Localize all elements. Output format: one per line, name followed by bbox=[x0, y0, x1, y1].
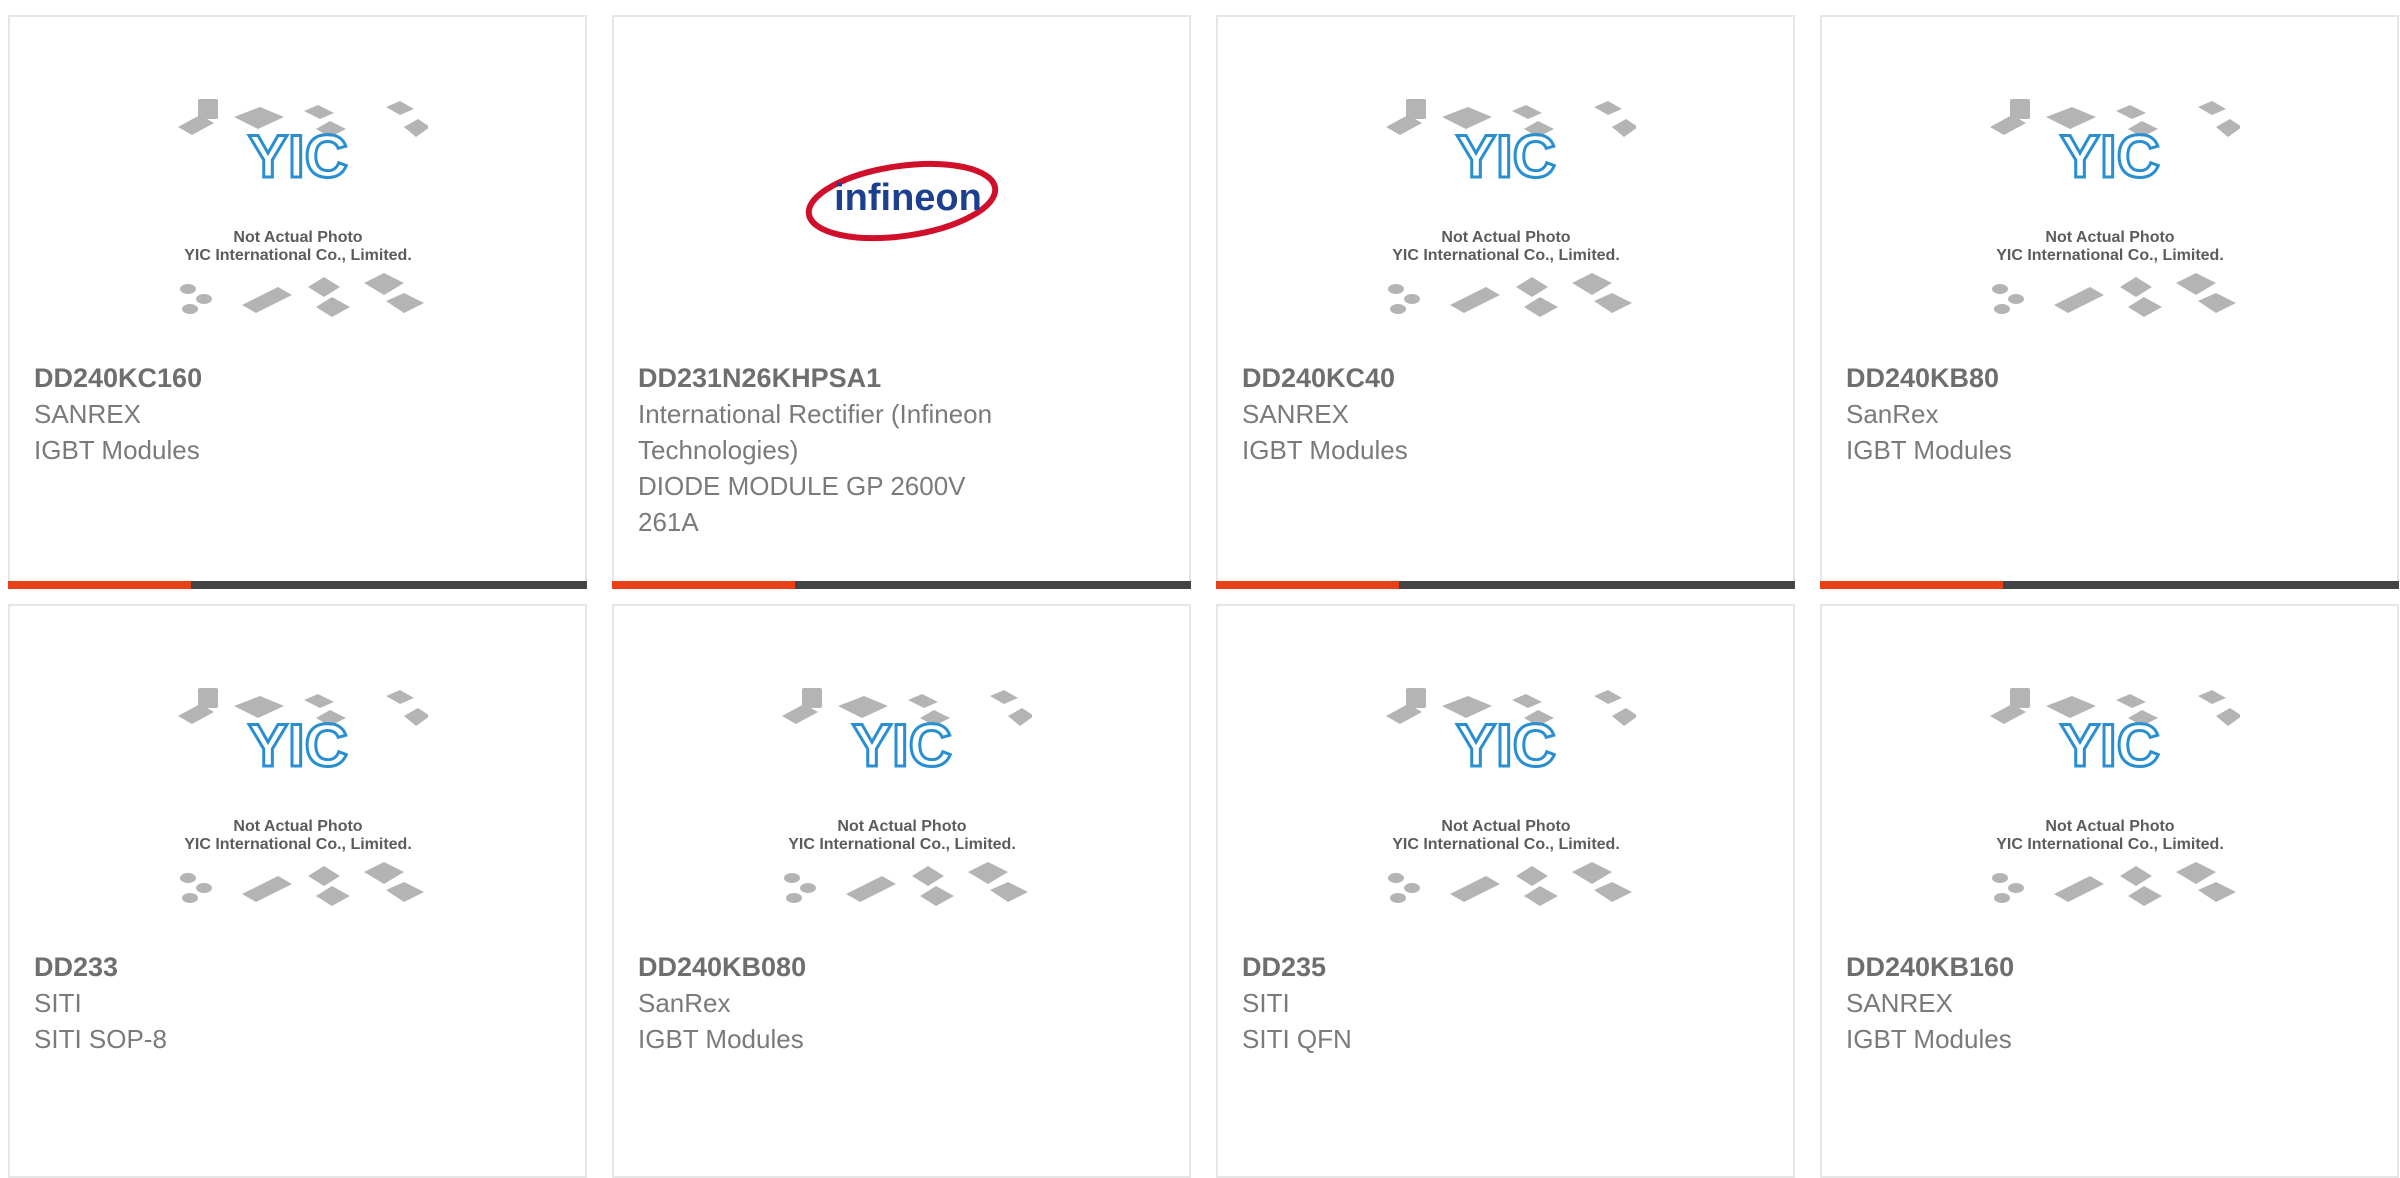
description: SITI QFN bbox=[1242, 1024, 1352, 1054]
product-image[interactable]: YIC Not Actual Photo YIC International C… bbox=[1218, 97, 1793, 367]
product-image[interactable]: YIC Not Actual Photo YIC International C… bbox=[614, 686, 1189, 956]
placeholder-caption-2: YIC International Co., Limited. bbox=[184, 836, 412, 853]
description: IGBT Modules bbox=[1242, 435, 1408, 465]
placeholder-caption-2: YIC International Co., Limited. bbox=[184, 247, 412, 264]
product-info: DD240KC40 SANREX IGBT Modules bbox=[1242, 360, 1769, 468]
card-bottom-bar bbox=[1820, 581, 2399, 589]
placeholder-caption-1: Not Actual Photo bbox=[1441, 818, 1570, 835]
product-info: DD235 SITI SITI QFN bbox=[1242, 949, 1769, 1057]
product-card[interactable]: YIC Not Actual Photo YIC International C… bbox=[1820, 15, 2399, 589]
infineon-logo: infineon bbox=[805, 160, 998, 242]
placeholder-caption-2: YIC International Co., Limited. bbox=[788, 836, 1016, 853]
placeholder-image: YIC Not Actual Photo YIC International C… bbox=[177, 99, 428, 317]
product-image[interactable]: YIC Not Actual Photo YIC International C… bbox=[1218, 686, 1793, 956]
product-grid: YIC Not Actual Photo YIC International C… bbox=[8, 15, 2399, 1178]
product-card[interactable]: YIC Not Actual Photo YIC International C… bbox=[1216, 604, 1795, 1178]
part-number-link[interactable]: DD240KC160 bbox=[34, 360, 561, 396]
description: IGBT Modules bbox=[638, 1024, 804, 1054]
placeholder-caption-2: YIC International Co., Limited. bbox=[1392, 836, 1620, 853]
card-bottom-bar bbox=[612, 581, 1191, 589]
infineon-logo-text: infineon bbox=[834, 177, 982, 219]
product-image[interactable]: YIC Not Actual Photo YIC International C… bbox=[1822, 97, 2397, 367]
card-accent bbox=[1820, 581, 2003, 589]
manufacturer: SanRex bbox=[1846, 399, 1939, 429]
placeholder-caption-1: Not Actual Photo bbox=[837, 818, 966, 835]
placeholder-image: YIC Not Actual Photo YIC International C… bbox=[781, 688, 1032, 906]
placeholder-caption-1: Not Actual Photo bbox=[2045, 818, 2174, 835]
placeholder-caption-1: Not Actual Photo bbox=[233, 818, 362, 835]
product-info: DD240KC160 SANREX IGBT Modules bbox=[34, 360, 561, 468]
product-image[interactable]: YIC Not Actual Photo YIC International C… bbox=[10, 97, 585, 367]
manufacturer: SITI bbox=[1242, 988, 1290, 1018]
part-number-link[interactable]: DD231N26KHPSA1 bbox=[638, 360, 1165, 396]
placeholder-caption-2: YIC International Co., Limited. bbox=[1996, 836, 2224, 853]
card-accent bbox=[1216, 581, 1399, 589]
part-number-link[interactable]: DD240KB80 bbox=[1846, 360, 2373, 396]
product-card[interactable]: YIC Not Actual Photo YIC International C… bbox=[8, 604, 587, 1178]
product-card[interactable]: YIC Not Actual Photo YIC International C… bbox=[1216, 15, 1795, 589]
part-number-link[interactable]: DD235 bbox=[1242, 949, 1769, 985]
placeholder-caption-1: Not Actual Photo bbox=[1441, 229, 1570, 246]
product-info: DD231N26KHPSA1 International Rectifier (… bbox=[638, 360, 1165, 540]
card-accent bbox=[612, 581, 795, 589]
card-accent bbox=[8, 581, 191, 589]
product-card[interactable]: YIC Not Actual Photo YIC International C… bbox=[612, 604, 1191, 1178]
part-number-link[interactable]: DD233 bbox=[34, 949, 561, 985]
yic-logo: YIC bbox=[247, 712, 347, 779]
placeholder-caption-2: YIC International Co., Limited. bbox=[1392, 247, 1620, 264]
manufacturer: SANREX bbox=[34, 399, 141, 429]
manufacturer: SANREX bbox=[1242, 399, 1349, 429]
product-info: DD240KB80 SanRex IGBT Modules bbox=[1846, 360, 2373, 468]
manufacturer: SITI bbox=[34, 988, 82, 1018]
yic-logo: YIC bbox=[1455, 712, 1555, 779]
product-image[interactable]: infineon bbox=[614, 97, 1189, 367]
description: IGBT Modules bbox=[1846, 1024, 2012, 1054]
placeholder-caption-1: Not Actual Photo bbox=[233, 229, 362, 246]
product-info: DD240KB080 SanRex IGBT Modules bbox=[638, 949, 1165, 1057]
part-number-link[interactable]: DD240KB160 bbox=[1846, 949, 2373, 985]
description: SITI SOP-8 bbox=[34, 1024, 167, 1054]
placeholder-image: YIC Not Actual Photo YIC International C… bbox=[1385, 688, 1636, 906]
manufacturer: SanRex bbox=[638, 988, 731, 1018]
part-number-link[interactable]: DD240KC40 bbox=[1242, 360, 1769, 396]
product-info: DD233 SITI SITI SOP-8 bbox=[34, 949, 561, 1057]
description: DIODE MODULE GP 2600V 261A bbox=[638, 471, 966, 537]
product-card[interactable]: YIC Not Actual Photo YIC International C… bbox=[8, 15, 587, 589]
placeholder-image: YIC Not Actual Photo YIC International C… bbox=[1385, 99, 1636, 317]
part-number-link[interactable]: DD240KB080 bbox=[638, 949, 1165, 985]
card-bottom-bar bbox=[1216, 581, 1795, 589]
card-bottom-bar bbox=[8, 581, 587, 589]
manufacturer: International Rectifier (Infineon Techno… bbox=[638, 399, 993, 465]
product-image[interactable]: YIC Not Actual Photo YIC International C… bbox=[10, 686, 585, 956]
placeholder-image: YIC Not Actual Photo YIC International C… bbox=[1989, 688, 2240, 906]
yic-logo: YIC bbox=[2059, 123, 2159, 190]
yic-logo: YIC bbox=[1455, 123, 1555, 190]
product-info: DD240KB160 SANREX IGBT Modules bbox=[1846, 949, 2373, 1057]
placeholder-caption-2: YIC International Co., Limited. bbox=[1996, 247, 2224, 264]
placeholder-image: YIC Not Actual Photo YIC International C… bbox=[1989, 99, 2240, 317]
manufacturer: SANREX bbox=[1846, 988, 1953, 1018]
product-card[interactable]: YIC Not Actual Photo YIC International C… bbox=[1820, 604, 2399, 1178]
product-card[interactable]: infineon DD231N26KHPSA1 International Re… bbox=[612, 15, 1191, 589]
yic-logo: YIC bbox=[247, 123, 347, 190]
placeholder-image: YIC Not Actual Photo YIC International C… bbox=[177, 688, 428, 906]
description: IGBT Modules bbox=[34, 435, 200, 465]
placeholder-caption-1: Not Actual Photo bbox=[2045, 229, 2174, 246]
yic-logo: YIC bbox=[2059, 712, 2159, 779]
product-image[interactable]: YIC Not Actual Photo YIC International C… bbox=[1822, 686, 2397, 956]
yic-logo: YIC bbox=[851, 712, 951, 779]
description: IGBT Modules bbox=[1846, 435, 2012, 465]
